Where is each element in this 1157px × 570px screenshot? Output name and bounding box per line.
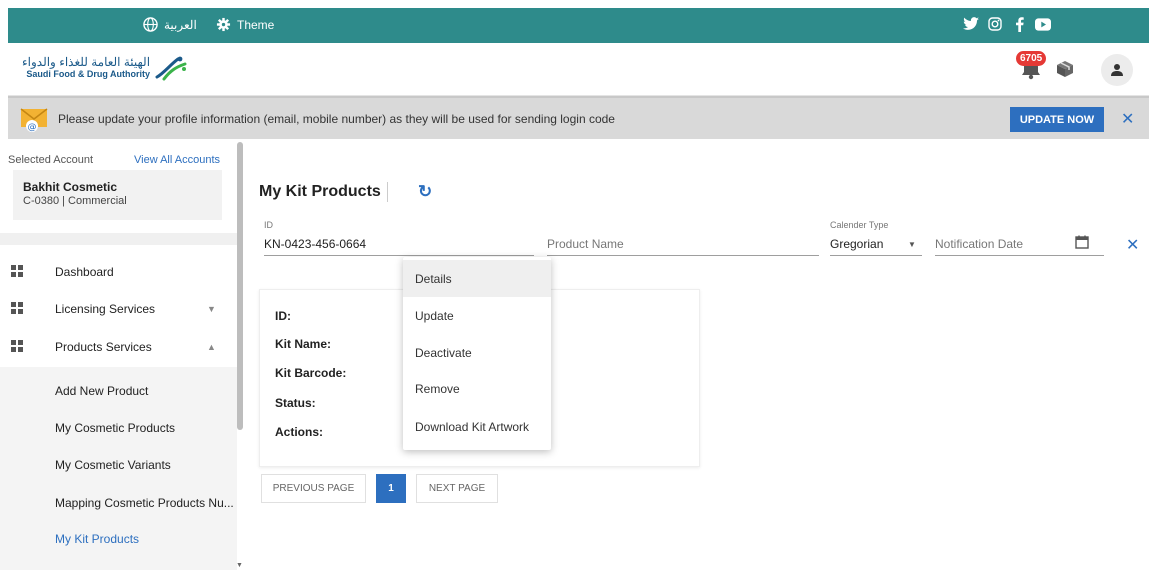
actions-dropdown-menu: Details Update Deactivate Remove Downloa… bbox=[403, 257, 551, 450]
id-field[interactable]: ID KN-0423-456-0664 bbox=[264, 220, 534, 256]
account-selector: Selected Account View All Accounts Bakhi… bbox=[0, 142, 237, 240]
user-avatar[interactable] bbox=[1101, 54, 1133, 86]
id-value: KN-0423-456-0664 bbox=[264, 237, 367, 251]
update-now-button[interactable]: UPDATE NOW bbox=[1010, 107, 1104, 132]
calendar-type-value: Gregorian bbox=[830, 237, 884, 251]
sidebar-item-label: Licensing Services bbox=[55, 302, 156, 316]
social-links bbox=[963, 16, 1051, 32]
youtube-icon[interactable] bbox=[1035, 16, 1051, 32]
calendar-type-label: Calender Type bbox=[830, 220, 889, 230]
calendar-icon[interactable] bbox=[1075, 235, 1089, 249]
sfda-logo[interactable]: الهيئة العامة للغذاء والدواء Saudi Food … bbox=[22, 55, 188, 81]
sidebar-item-my-cosmetic-products[interactable]: My Cosmetic Products bbox=[55, 421, 175, 435]
card-field-kit-barcode: Kit Barcode: bbox=[275, 366, 347, 380]
theme-switch[interactable]: Theme bbox=[216, 17, 274, 32]
menu-item-download-kit-artwork[interactable]: Download Kit Artwork bbox=[403, 408, 551, 445]
envelope-icon: @ bbox=[20, 108, 48, 133]
card-field-id: ID: bbox=[275, 309, 291, 323]
dashboard-icon bbox=[11, 340, 23, 352]
language-label: العربية bbox=[164, 17, 197, 32]
notification-date-placeholder: Notification Date bbox=[935, 237, 1024, 251]
sidebar-item-label: Dashboard bbox=[55, 265, 114, 279]
product-name-field[interactable]: Product Name bbox=[547, 220, 819, 256]
menu-item-remove[interactable]: Remove bbox=[403, 370, 551, 407]
package-button[interactable] bbox=[1055, 60, 1075, 81]
sidebar-item-dashboard[interactable]: Dashboard bbox=[0, 254, 237, 290]
refresh-icon[interactable]: ↻ bbox=[418, 182, 432, 202]
sidebar: Selected Account View All Accounts Bakhi… bbox=[0, 142, 237, 570]
facebook-icon[interactable] bbox=[1011, 16, 1027, 32]
chevron-up-icon: ▲ bbox=[207, 342, 216, 352]
sidebar-item-my-kit-products[interactable]: My Kit Products bbox=[55, 532, 139, 546]
scroll-down-icon[interactable]: ▼ bbox=[236, 562, 243, 569]
main-content: My Kit Products ↻ ID KN-0423-456-0664 Pr… bbox=[243, 142, 1157, 570]
selected-account-label: Selected Account bbox=[8, 154, 94, 166]
logo-english-text: Saudi Food & Drug Authority bbox=[26, 68, 151, 79]
twitter-icon[interactable] bbox=[963, 16, 979, 32]
profile-update-banner: @ Please update your profile information… bbox=[8, 96, 1149, 139]
close-banner-icon[interactable]: ✕ bbox=[1121, 109, 1134, 129]
dashboard-icon bbox=[11, 302, 23, 314]
globe-icon bbox=[143, 17, 158, 32]
calendar-type-select[interactable]: Calender Type Gregorian ▼ bbox=[830, 220, 922, 256]
clear-filters-icon[interactable]: ✕ bbox=[1126, 235, 1139, 255]
caret-down-icon: ▼ bbox=[908, 240, 916, 249]
title-divider bbox=[387, 182, 388, 202]
banner-message: Please update your profile information (… bbox=[58, 112, 615, 126]
gear-icon bbox=[216, 17, 231, 32]
box-icon bbox=[1057, 61, 1073, 77]
sidebar-item-products-services[interactable]: Products Services ▲ bbox=[0, 329, 237, 365]
menu-item-update[interactable]: Update bbox=[403, 297, 551, 334]
sidebar-item-licensing-services[interactable]: Licensing Services ▼ bbox=[0, 291, 237, 327]
top-bar: العربية Theme bbox=[8, 8, 1149, 43]
sidebar-item-mapping-cosmetic-products[interactable]: Mapping Cosmetic Products Nu... bbox=[55, 496, 234, 510]
menu-item-details[interactable]: Details bbox=[403, 260, 551, 297]
svg-text:@: @ bbox=[28, 123, 37, 133]
account-name: Bakhit Cosmetic bbox=[23, 180, 118, 194]
notification-date-field[interactable]: Notification Date bbox=[935, 220, 1104, 256]
dashboard-icon bbox=[11, 265, 23, 277]
selected-account-card[interactable]: Bakhit Cosmetic C-0380 | Commercial bbox=[13, 170, 222, 220]
user-icon bbox=[1111, 64, 1123, 76]
chevron-down-icon: ▼ bbox=[207, 304, 216, 314]
card-field-status: Status: bbox=[275, 396, 316, 410]
language-switch[interactable]: العربية bbox=[143, 17, 197, 32]
logo-arabic-text: الهيئة العامة للغذاء والدواء bbox=[22, 55, 151, 70]
notifications-button[interactable]: 6705 bbox=[1016, 51, 1047, 81]
card-field-actions: Actions: bbox=[275, 425, 323, 439]
instagram-icon[interactable] bbox=[987, 16, 1003, 32]
id-label: ID bbox=[264, 220, 273, 230]
sidebar-item-my-cosmetic-variants[interactable]: My Cosmetic Variants bbox=[55, 458, 171, 472]
next-page-button[interactable]: NEXT PAGE bbox=[416, 474, 498, 503]
view-all-accounts-link[interactable]: View All Accounts bbox=[134, 154, 220, 166]
account-code: C-0380 | Commercial bbox=[23, 195, 127, 207]
page-number-button[interactable]: 1 bbox=[376, 474, 406, 503]
notification-badge: 6705 bbox=[1016, 51, 1047, 66]
theme-label: Theme bbox=[237, 17, 275, 32]
menu-item-deactivate[interactable]: Deactivate bbox=[403, 334, 551, 371]
header: الهيئة العامة للغذاء والدواء Saudi Food … bbox=[8, 43, 1149, 96]
sidebar-divider bbox=[0, 233, 237, 245]
card-field-kit-name: Kit Name: bbox=[275, 337, 332, 351]
sidebar-item-add-new-product[interactable]: Add New Product bbox=[55, 384, 148, 398]
product-name-placeholder: Product Name bbox=[547, 237, 624, 251]
previous-page-button[interactable]: PREVIOUS PAGE bbox=[261, 474, 366, 503]
sfda-logo-mark bbox=[155, 56, 187, 81]
page-title: My Kit Products bbox=[259, 183, 381, 200]
sidebar-item-label: Products Services bbox=[55, 340, 152, 354]
